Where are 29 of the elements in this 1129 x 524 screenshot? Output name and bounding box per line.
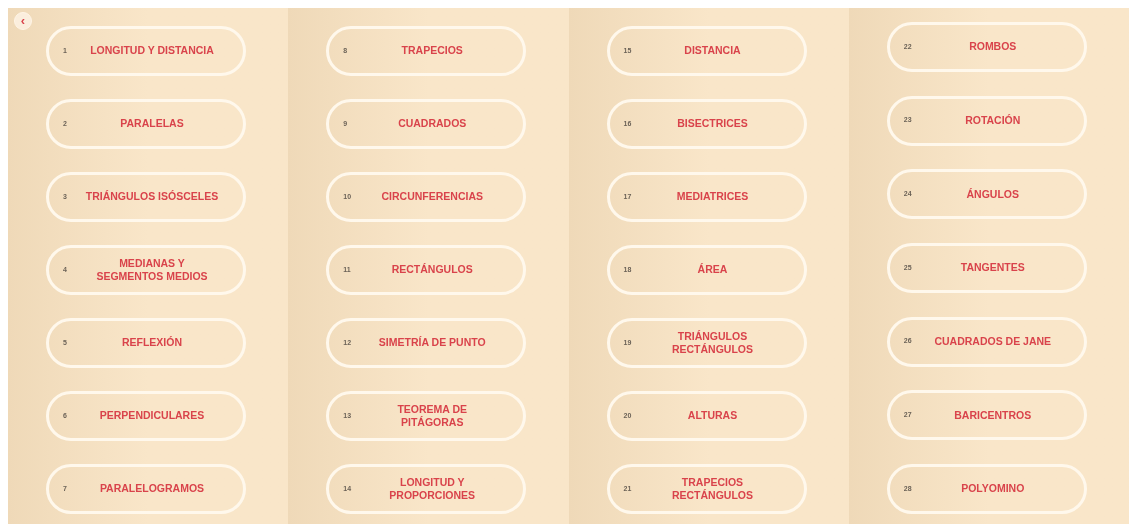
back-button[interactable]: ‹	[14, 12, 32, 30]
lesson-title: PARALELOGRAMOS	[98, 482, 206, 496]
lesson-title: MEDIATRICES	[675, 190, 750, 204]
lesson-title: POLYOMINO	[960, 482, 1026, 496]
lesson-title: CIRCUNFERENCIAS	[380, 190, 484, 204]
lesson-title: LONGITUD Y PROPORCIONES	[388, 475, 477, 503]
lesson-title: TRAPECIOS RECTÁNGULOS	[670, 475, 755, 503]
lesson-title: CUADRADOS	[397, 117, 468, 131]
lesson-title: PARALELAS	[119, 117, 185, 131]
lesson-title: BISECTRICES	[676, 117, 749, 131]
lesson-title: TRAPECIOS	[400, 44, 464, 58]
lesson-title: PERPENDICULARES	[98, 409, 206, 423]
lesson-title: TRIÁNGULOS ISÓSCELES	[85, 190, 220, 204]
lesson-title: ÁNGULOS	[965, 187, 1020, 201]
lesson-title: ALTURAS	[686, 409, 739, 423]
lesson-title: ROMBOS	[968, 40, 1018, 54]
lesson-title: TANGENTES	[959, 261, 1026, 275]
lesson-title: SIMETRÍA DE PUNTO	[377, 336, 487, 350]
lesson-title: REFLEXIÓN	[120, 336, 184, 350]
lesson-title: TEOREMA DE PITÁGORAS	[396, 402, 469, 430]
lesson-title: ÁREA	[696, 263, 729, 277]
lesson-title: RECTÁNGULOS	[390, 263, 474, 277]
lesson-title: TRIÁNGULOS RECTÁNGULOS	[670, 329, 755, 357]
lesson-title: MEDIANAS Y SEGMENTOS MEDIOS	[95, 256, 209, 284]
lesson-title: ROTACIÓN	[964, 114, 1022, 128]
lesson-title: LONGITUD Y DISTANCIA	[89, 44, 215, 58]
lesson-title: CUADRADOS DE JANE	[933, 335, 1053, 349]
lesson-title: DISTANCIA	[683, 44, 742, 58]
lesson-title: BARICENTROS	[953, 408, 1033, 422]
